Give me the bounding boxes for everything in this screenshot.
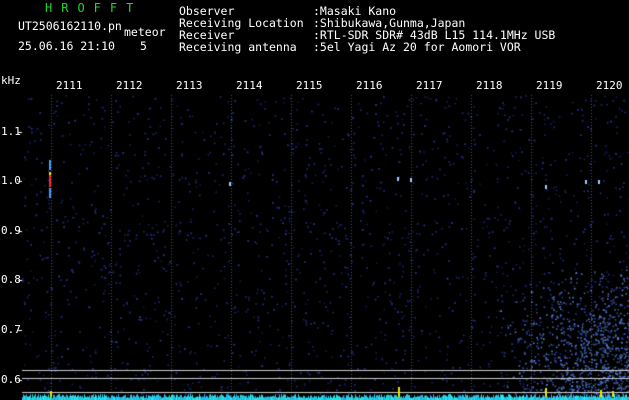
y-tick-label: 1.0 (1, 174, 21, 187)
antenna-label: Receiving antenna (179, 40, 297, 54)
spectrogram-plot (0, 0, 629, 400)
x-tick-label: 2115 (296, 79, 323, 92)
y-tick-label: 1.1 (1, 125, 21, 138)
y-tick-label: 0.6 (1, 373, 21, 386)
date-time: 25.06.16 21:10 (18, 39, 115, 53)
y-tick-label: 0.8 (1, 273, 21, 286)
y-tick-label: 0.9 (1, 224, 21, 237)
file-name: UT2506162110.pn (18, 19, 122, 33)
app-title: HROFFT (45, 1, 143, 15)
x-tick-label: 2114 (236, 79, 263, 92)
antenna-value: :5el Yagi Az 20 for Aomori VOR (313, 40, 521, 54)
y-axis-unit: kHz (1, 74, 21, 87)
x-tick-label: 2120 (596, 79, 623, 92)
x-tick-label: 2118 (476, 79, 503, 92)
detection-tag: meteor (124, 25, 166, 39)
y-tick-label: 0.7 (1, 323, 21, 336)
x-tick-label: 2113 (176, 79, 203, 92)
counter: 5 (140, 39, 147, 53)
x-tick-label: 2116 (356, 79, 383, 92)
x-tick-label: 2119 (536, 79, 563, 92)
x-tick-label: 2111 (56, 79, 83, 92)
x-tick-label: 2117 (416, 79, 443, 92)
x-tick-label: 2112 (116, 79, 143, 92)
